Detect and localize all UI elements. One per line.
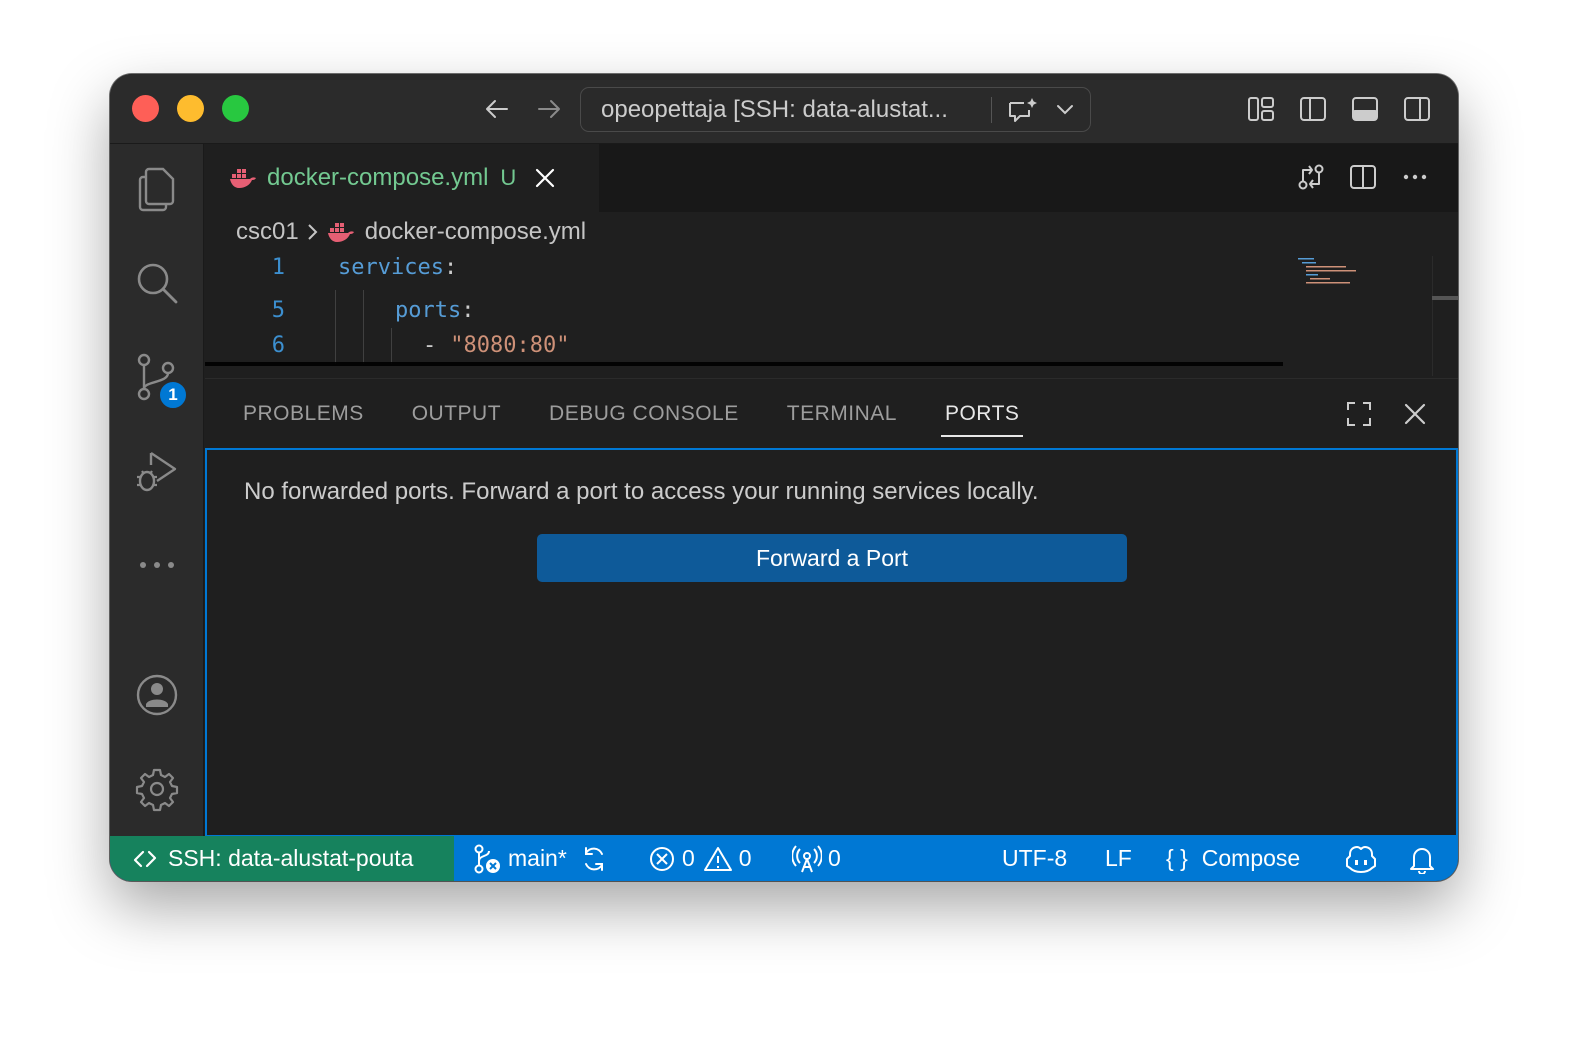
toggle-secondary-sidebar-icon[interactable] — [1402, 94, 1432, 124]
remote-indicator[interactable]: SSH: data-alustat-pouta — [110, 836, 454, 881]
toggle-primary-sidebar-icon[interactable] — [1298, 94, 1328, 124]
yaml-key: ports — [395, 297, 462, 323]
editor-actions — [1296, 162, 1430, 192]
warning-icon — [703, 846, 732, 871]
command-center-title: opeopettaja [SSH: data-alustat... — [601, 95, 948, 123]
maximize-panel-icon[interactable] — [1344, 399, 1374, 429]
radio-tower-icon — [792, 844, 822, 872]
title-bar: opeopettaja [SSH: data-alustat... — [110, 74, 1458, 144]
indent-guide — [391, 328, 392, 364]
editor-tab-label: docker-compose.yml — [267, 164, 489, 191]
branch-name: main* — [508, 845, 567, 871]
chat-sparkle-icon[interactable] — [1006, 95, 1040, 125]
code-line: 5 ports: — [205, 293, 1285, 327]
explorer-icon[interactable] — [132, 164, 182, 214]
forwarded-ports-count: 0 — [828, 845, 841, 871]
editor-scrollbar[interactable] — [1432, 256, 1458, 376]
language-mode-label: Compose — [1201, 845, 1301, 871]
tab-terminal[interactable]: TERMINAL — [787, 379, 897, 449]
go-back-button[interactable] — [480, 92, 514, 126]
minimap[interactable] — [1290, 256, 1410, 296]
line-number: 1 — [271, 254, 285, 280]
accounts-icon[interactable] — [132, 670, 182, 720]
editor-group: docker-compose.yml U csc01 docker-compos… — [205, 144, 1458, 378]
close-window-button[interactable] — [132, 95, 159, 122]
scrollbar-thumb[interactable] — [1432, 296, 1458, 300]
error-count: 0 — [682, 845, 695, 871]
status-bar: SSH: data-alustat-pouta main* 0 0 0 UTF-… — [110, 836, 1458, 881]
more-views-icon[interactable] — [132, 540, 182, 590]
activity-bar: 1 — [110, 144, 204, 836]
yaml-colon: : — [443, 254, 458, 280]
gear-icon[interactable] — [132, 764, 182, 814]
line-number: 5 — [271, 297, 285, 323]
language-mode-status[interactable]: { } Compose — [1166, 836, 1300, 881]
arrow-right-icon — [538, 100, 560, 118]
tab-problems[interactable]: PROBLEMS — [243, 379, 364, 449]
bottom-panel: PROBLEMS OUTPUT DEBUG CONSOLE TERMINAL P… — [205, 378, 1458, 837]
close-panel-icon[interactable] — [1400, 399, 1430, 429]
indent-guide — [363, 290, 364, 364]
editor-tabs-bar: docker-compose.yml U — [205, 144, 1458, 212]
tab-output[interactable]: OUTPUT — [412, 379, 501, 449]
code-line: 1 services: — [205, 250, 1285, 284]
remote-icon — [133, 850, 157, 867]
close-icon[interactable] — [534, 167, 556, 189]
encoding-status[interactable]: UTF-8 — [1002, 836, 1067, 881]
vscode-window: opeopettaja [SSH: data-alustat... 1 dock… — [110, 74, 1458, 881]
copilot-icon[interactable] — [1344, 836, 1378, 881]
editor-tab-docker-compose[interactable]: docker-compose.yml U — [205, 144, 599, 212]
git-branch-icon — [474, 844, 500, 873]
indent-guide — [335, 290, 336, 364]
docker-icon — [230, 169, 256, 188]
eol-status[interactable]: LF — [1105, 836, 1132, 881]
panel-tabs: PROBLEMS OUTPUT DEBUG CONSOLE TERMINAL P… — [243, 379, 1024, 449]
warning-count: 0 — [738, 845, 752, 871]
sticky-scroll-divider — [205, 362, 1283, 366]
chevron-down-icon[interactable] — [1056, 104, 1074, 116]
yaml-string: "8080:80" — [450, 332, 570, 358]
no-ports-message: No forwarded ports. Forward a port to ac… — [244, 478, 1039, 505]
customize-layout-icon[interactable] — [1246, 94, 1276, 124]
layout-controls — [1246, 94, 1432, 124]
breadcrumb-file[interactable]: docker-compose.yml — [365, 218, 586, 246]
docker-icon — [327, 223, 354, 242]
forward-port-button[interactable]: Forward a Port — [537, 534, 1127, 582]
command-center-divider — [991, 96, 992, 123]
code-line: 6 - "8080:80" — [205, 328, 1285, 362]
remote-label: SSH: data-alustat-pouta — [168, 845, 414, 871]
braces-icon: { } — [1166, 845, 1188, 871]
arrow-left-icon — [486, 100, 508, 118]
minimize-window-button[interactable] — [177, 95, 204, 122]
error-icon — [650, 846, 674, 871]
command-center[interactable]: opeopettaja [SSH: data-alustat... — [580, 87, 1091, 132]
chevron-right-icon — [307, 223, 319, 241]
more-actions-icon[interactable] — [1400, 162, 1430, 192]
ports-status[interactable]: 0 — [792, 836, 841, 881]
go-forward-button[interactable] — [532, 92, 566, 126]
tab-debug-console[interactable]: DEBUG CONSOLE — [549, 379, 739, 449]
zoom-window-button[interactable] — [222, 95, 249, 122]
ports-view: No forwarded ports. Forward a port to ac… — [205, 448, 1458, 837]
tab-ports[interactable]: PORTS — [940, 379, 1024, 449]
yaml-dash: - — [423, 332, 437, 358]
git-branch-status[interactable]: main* — [472, 836, 607, 881]
notifications-bell-icon[interactable] — [1408, 836, 1436, 881]
panel-actions — [1344, 399, 1430, 429]
split-editor-icon[interactable] — [1348, 162, 1378, 192]
sync-icon[interactable] — [581, 845, 607, 873]
breadcrumb-folder[interactable]: csc01 — [236, 218, 299, 246]
search-icon[interactable] — [132, 258, 182, 308]
yaml-colon: : — [461, 297, 475, 323]
yaml-key: services — [338, 254, 444, 280]
breadcrumb: csc01 docker-compose.yml — [236, 218, 586, 246]
problems-status[interactable]: 0 0 — [648, 836, 752, 881]
git-status-indicator: U — [500, 165, 517, 190]
run-debug-icon[interactable] — [132, 446, 182, 496]
open-changes-icon[interactable] — [1296, 162, 1326, 192]
line-number: 6 — [271, 332, 285, 358]
toggle-panel-icon[interactable] — [1350, 94, 1380, 124]
source-control-badge: 1 — [158, 380, 188, 410]
